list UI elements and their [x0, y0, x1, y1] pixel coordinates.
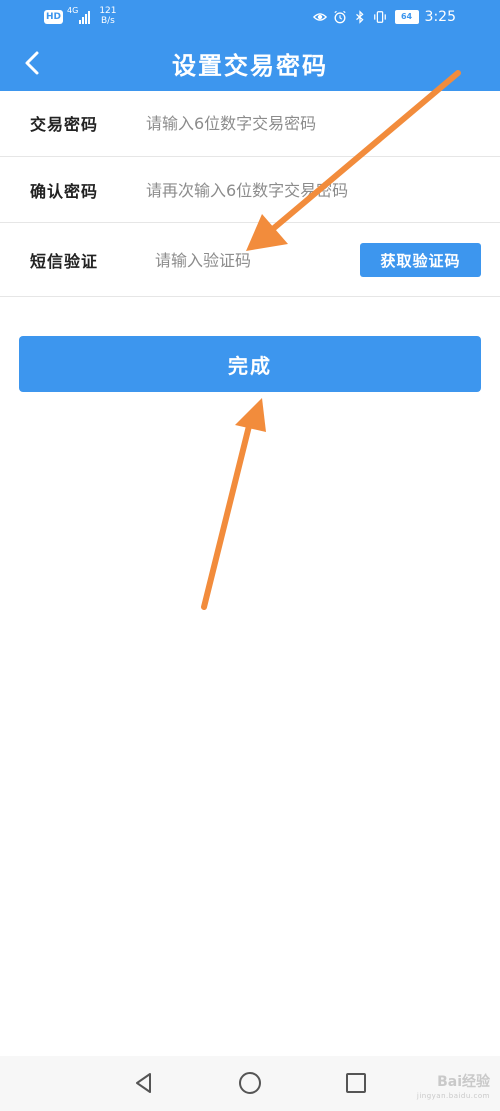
confirm-password-row: 确认密码 [0, 157, 500, 223]
watermark-brand: Bai [437, 1074, 462, 1090]
password-label: 交易密码 [30, 115, 99, 134]
sms-verify-label: 短信验证 [30, 252, 99, 271]
network-speed-unit: B/s [100, 16, 115, 26]
page-title: 设置交易密码 [172, 52, 328, 80]
password-input[interactable] [146, 111, 466, 135]
annotation-arrow-to-button [201, 398, 266, 610]
eye-icon [312, 13, 327, 21]
watermark: Bai经验 jingyan.baidu.com [417, 1075, 490, 1103]
watermark-url: jingyan.baidu.com [416, 1092, 490, 1100]
alarm-icon [333, 10, 346, 24]
sms-code-input[interactable] [155, 248, 350, 272]
password-form: 交易密码 确认密码 短信验证 获取验证码 [0, 91, 500, 297]
recents-square-icon[interactable] [343, 1070, 369, 1096]
network-type: 4G [67, 6, 79, 15]
system-nav-bar: Bai经验 jingyan.baidu.com [0, 1056, 500, 1111]
app-header: HD 4G 121 B/s 64 3:25 设置交易密码 [0, 0, 500, 91]
sms-verify-row: 短信验证 获取验证码 [0, 223, 500, 297]
home-circle-icon[interactable] [237, 1070, 263, 1096]
confirm-password-label: 确认密码 [30, 182, 99, 201]
done-button[interactable]: 完成 [19, 336, 481, 392]
signal-icon [79, 10, 91, 24]
confirm-password-input[interactable] [146, 178, 476, 202]
bluetooth-icon [355, 10, 364, 24]
network-speed: 121 B/s [99, 6, 116, 26]
status-clock: 3:25 [424, 9, 456, 25]
network-speed-value: 121 [99, 6, 117, 16]
vibrate-icon [373, 11, 386, 23]
hd-badge: HD [44, 10, 64, 24]
battery-icon: 64 [394, 10, 419, 24]
back-triangle-icon[interactable] [131, 1070, 157, 1096]
password-row: 交易密码 [0, 91, 500, 157]
status-bar: HD 4G 121 B/s 64 3:25 [0, 0, 500, 34]
watermark-brand-suffix: 经验 [462, 1074, 490, 1090]
get-code-button[interactable]: 获取验证码 [360, 243, 481, 277]
